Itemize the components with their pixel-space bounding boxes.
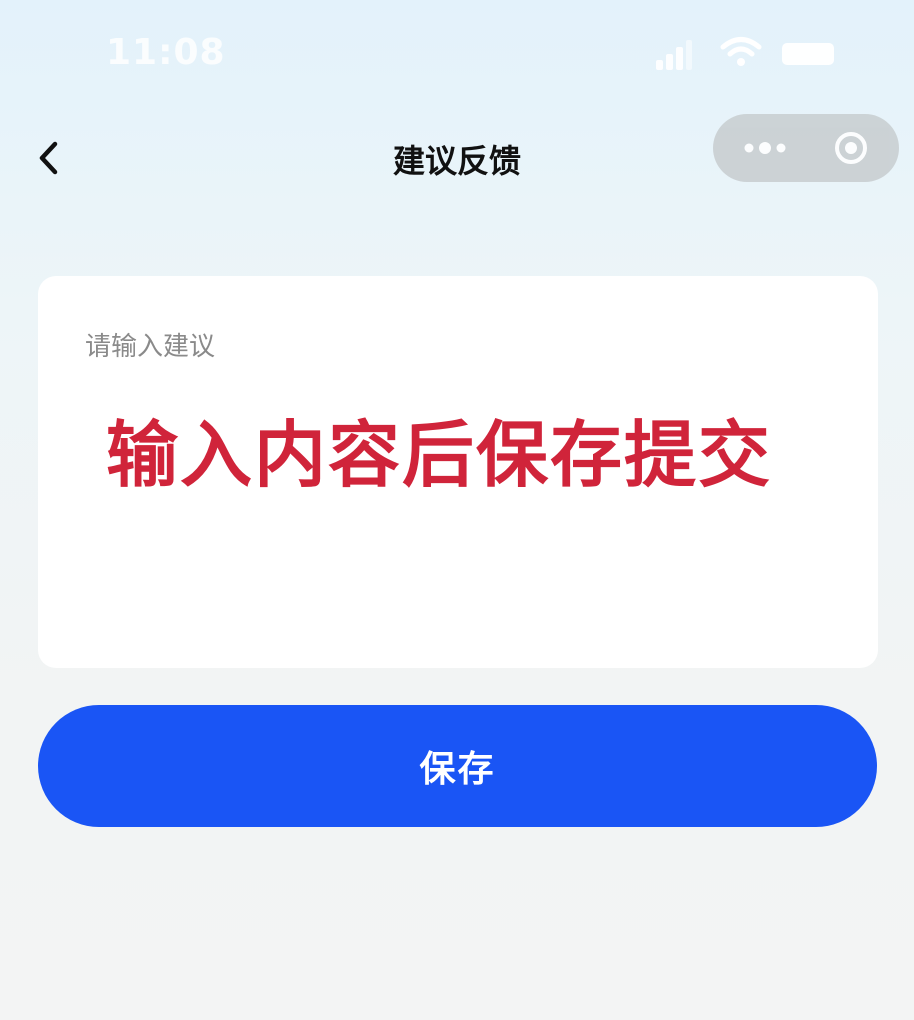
signal-icon [656, 40, 692, 70]
nav-bar: 建议反馈 [0, 112, 914, 202]
save-button[interactable]: 保存 [38, 705, 877, 827]
close-target-icon [835, 132, 867, 164]
feedback-card: 输入内容后保存提交 [38, 276, 878, 668]
capsule-close-button[interactable] [833, 130, 869, 166]
status-bar: 11:08 [0, 0, 914, 100]
instruction-annotation: 输入内容后保存提交 [106, 413, 773, 497]
wifi-icon [720, 37, 762, 66]
capsule-more-button[interactable] [737, 132, 797, 164]
more-dots-icon [744, 142, 786, 154]
mini-program-capsule [713, 114, 899, 182]
battery-icon [782, 43, 834, 65]
status-time: 11:08 [106, 32, 226, 73]
